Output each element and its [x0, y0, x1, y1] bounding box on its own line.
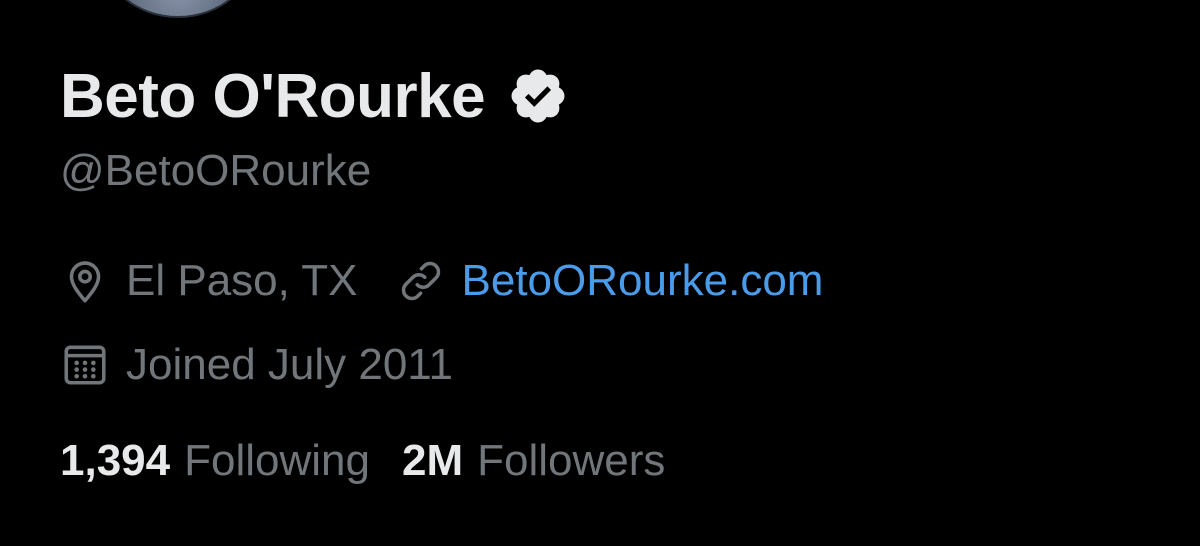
- following-label: Following: [184, 436, 370, 485]
- following-stat[interactable]: 1,394 Following: [60, 436, 370, 486]
- profile-meta-row: El Paso, TX BetoORourke.com: [60, 252, 823, 310]
- website-link[interactable]: BetoORourke.com: [462, 256, 824, 306]
- followers-count: 2M: [401, 436, 464, 485]
- following-count: 1,394: [60, 436, 171, 485]
- profile-name-row: Beto O'Rourke: [60, 56, 569, 136]
- display-name: Beto O'Rourke: [60, 61, 486, 131]
- location-item: El Paso, TX: [60, 256, 358, 306]
- location-pin-icon: [60, 256, 110, 306]
- profile-joined-row: Joined July 2011: [60, 336, 453, 394]
- followers-label: Followers: [477, 436, 666, 485]
- verified-badge-icon[interactable]: [507, 65, 569, 127]
- avatar[interactable]: [100, 0, 256, 18]
- joined-text: Joined July 2011: [126, 340, 453, 389]
- followers-stat[interactable]: 2M Followers: [402, 436, 665, 486]
- link-icon: [396, 256, 446, 306]
- profile-handle: @BetoORourke: [60, 146, 372, 195]
- website-item[interactable]: BetoORourke.com: [396, 256, 824, 306]
- joined-item: Joined July 2011: [60, 340, 453, 390]
- follow-stats: 1,394 Following 2M Followers: [60, 432, 665, 490]
- calendar-icon: [60, 340, 110, 390]
- location-text: El Paso, TX: [126, 256, 358, 305]
